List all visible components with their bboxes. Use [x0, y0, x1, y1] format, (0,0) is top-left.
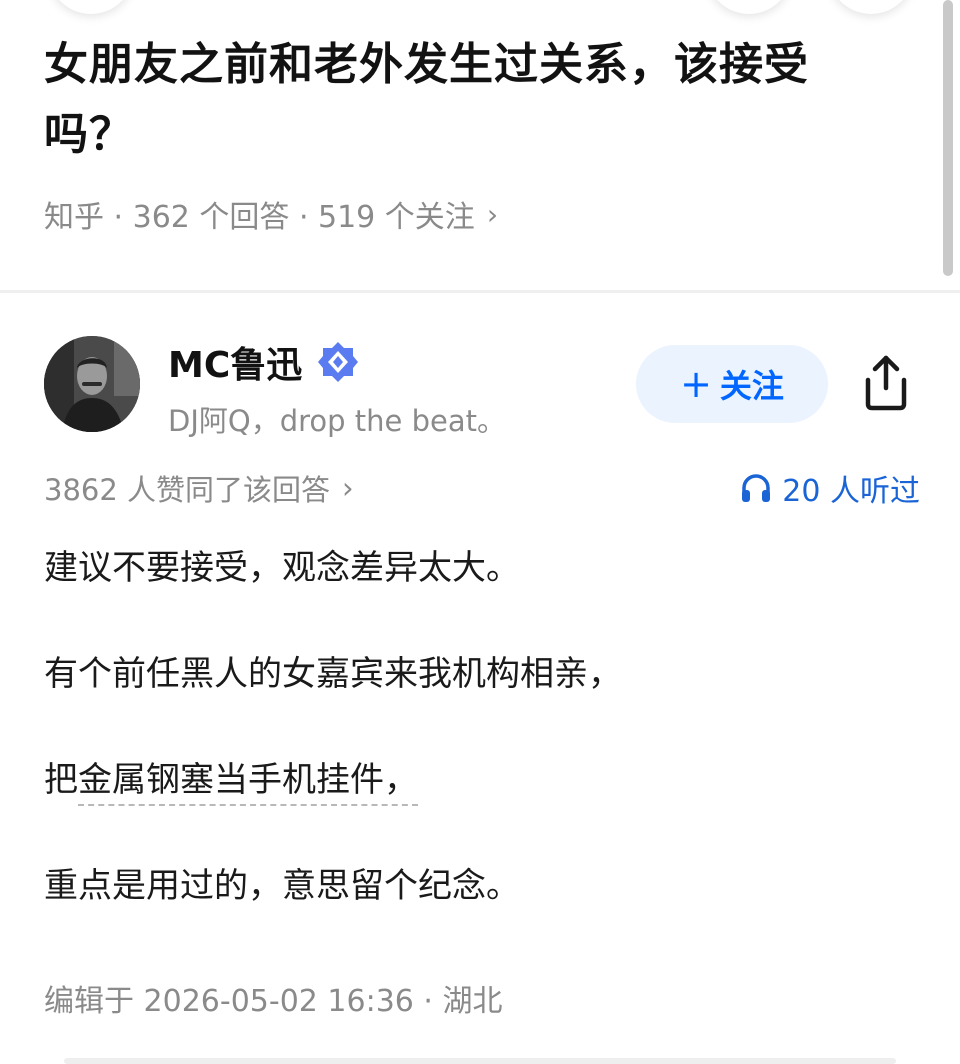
scrollbar[interactable]: [943, 0, 953, 276]
listen-count[interactable]: 20 人听过: [740, 466, 920, 510]
edit-info: 编辑于 2026-05-02 16:36 · 湖北: [44, 984, 503, 1019]
answer-paragraph: 重点是用过的，意思留个纪念。: [44, 866, 520, 906]
answer-paragraph: 把金属钢塞当手机挂件，: [44, 748, 920, 812]
answer-text: 把: [44, 760, 78, 800]
answer-paragraph: 有个前任黑人的女嘉宾来我机构相亲，: [44, 654, 622, 694]
avatar[interactable]: [44, 336, 140, 432]
author-name[interactable]: MC鲁迅: [168, 336, 302, 388]
more-button[interactable]: [828, 0, 914, 14]
question-title-line1: 女朋友之前和老外发生过关系，该接受: [44, 39, 809, 90]
upvote-count[interactable]: 3862 人赞同了该回答 ›: [44, 467, 354, 509]
headphone-icon: [742, 474, 771, 502]
search-button[interactable]: [706, 0, 792, 14]
question-title[interactable]: 女朋友之前和老外发生过关系，该接受 吗？: [44, 30, 924, 170]
question-meta-text: 知乎 · 362 个回答 · 519 个关注: [44, 200, 475, 235]
section-divider: [0, 290, 960, 293]
follow-button[interactable]: + 关注: [636, 345, 828, 423]
answer-content: 建议不要接受，观念差异太大。 有个前任黑人的女嘉宾来我机构相亲， 把金属钢塞当手…: [44, 536, 920, 960]
author-bio: DJ阿Q，drop the beat。: [168, 404, 506, 438]
chevron-right-icon: ›: [486, 197, 499, 231]
question-title-line2: 吗？: [44, 109, 134, 160]
back-button[interactable]: [48, 0, 134, 14]
question-meta[interactable]: 知乎 · 362 个回答 · 519 个关注 ›: [44, 192, 924, 236]
upvote-count-text: 3862 人赞同了该回答: [44, 473, 331, 507]
answer-paragraph: 建议不要接受，观念差异太大。: [44, 548, 520, 588]
question-header: 女朋友之前和老外发生过关系，该接受 吗？ 知乎 · 362 个回答 · 519 …: [44, 30, 924, 236]
listen-count-text: 20 人听过: [782, 474, 920, 509]
verified-badge-icon: [318, 342, 359, 382]
plus-icon: +: [680, 362, 712, 406]
search-keyword-link[interactable]: 金属钢塞当手机挂件，: [78, 760, 418, 806]
chevron-right-icon: ›: [342, 471, 354, 505]
share-icon[interactable]: [858, 352, 914, 412]
author-name-row: MC鲁迅: [168, 336, 360, 388]
avatar-portrait-icon: [44, 336, 140, 432]
bottom-divider: [64, 1058, 896, 1064]
stats-row: 3862 人赞同了该回答 › 20 人听过: [44, 466, 920, 510]
follow-label: 关注: [719, 367, 784, 405]
